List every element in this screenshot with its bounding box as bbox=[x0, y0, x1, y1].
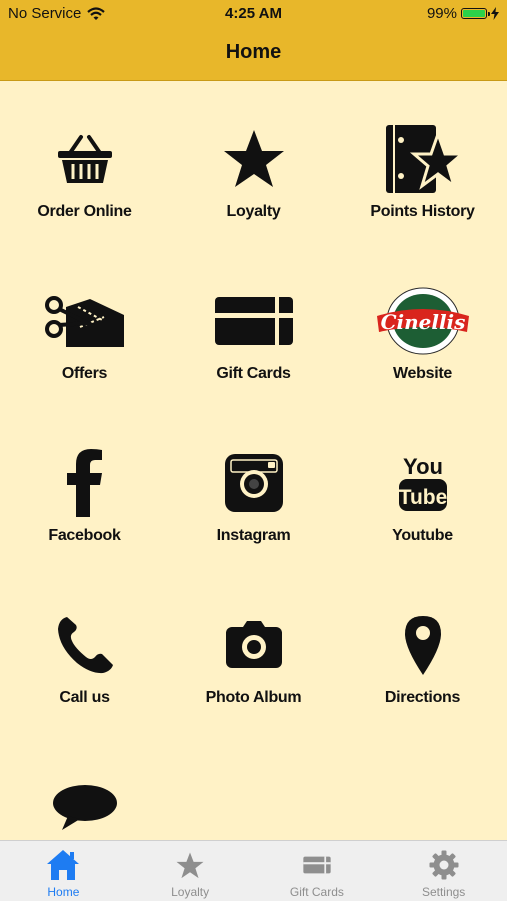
svg-text:You: You bbox=[403, 454, 443, 479]
facebook-icon bbox=[66, 449, 102, 517]
tile-label: Website bbox=[393, 365, 452, 382]
tile-label: Points History bbox=[370, 203, 475, 220]
star-icon bbox=[176, 851, 204, 878]
tile-label: Youtube bbox=[392, 527, 453, 544]
instagram-icon bbox=[224, 454, 283, 512]
tile-chat[interactable] bbox=[0, 728, 169, 840]
home-icon bbox=[47, 850, 80, 880]
svg-text:Cinellis: Cinellis bbox=[380, 310, 465, 334]
tab-home[interactable]: Home bbox=[0, 841, 127, 901]
tile-photo-album[interactable]: Photo Album bbox=[169, 566, 338, 728]
tile-label: Call us bbox=[59, 689, 110, 706]
phone-icon bbox=[57, 617, 113, 674]
page-title: Home bbox=[225, 41, 282, 63]
tile-label: Gift Cards bbox=[216, 365, 291, 382]
tile-points-history[interactable]: Points History bbox=[338, 80, 507, 242]
tile-gift-cards[interactable]: Gift Cards bbox=[169, 242, 338, 404]
tile-loyalty[interactable]: Loyalty bbox=[169, 80, 338, 242]
tab-label: Loyalty bbox=[171, 885, 210, 899]
tile-offers[interactable]: Offers bbox=[0, 242, 169, 404]
tile-youtube[interactable]: You Tube Youtube bbox=[338, 404, 507, 566]
tile-call-us[interactable]: Call us bbox=[0, 566, 169, 728]
tile-order-online[interactable]: Order Online bbox=[0, 80, 169, 242]
tile-label: Facebook bbox=[48, 527, 121, 544]
status-right: 99% bbox=[427, 5, 499, 22]
tile-label: Order Online bbox=[37, 203, 132, 220]
youtube-icon: You Tube bbox=[398, 454, 447, 511]
tab-settings[interactable]: Settings bbox=[380, 841, 507, 901]
nav-bar: Home bbox=[0, 28, 507, 81]
gear-icon bbox=[429, 850, 459, 880]
tile-label: Instagram bbox=[216, 527, 291, 544]
tile-instagram[interactable]: Instagram bbox=[169, 404, 338, 566]
tab-label: Settings bbox=[421, 885, 466, 899]
basket-icon bbox=[57, 135, 112, 183]
home-grid: Order Online Loyalty Points History Offe… bbox=[0, 80, 507, 840]
svg-text:Tube: Tube bbox=[398, 486, 447, 509]
tab-bar: Home Loyalty Gift Cards Settings bbox=[0, 840, 507, 901]
tab-label: Home bbox=[47, 885, 80, 899]
tab-loyalty[interactable]: Loyalty bbox=[127, 841, 254, 901]
status-bar: No Service 4:25 AM 99% bbox=[0, 0, 507, 28]
battery-icon bbox=[461, 8, 490, 19]
tile-website[interactable]: Cinellis Website bbox=[338, 242, 507, 404]
scissors-coupon-icon bbox=[44, 296, 124, 347]
gift-card-icon bbox=[303, 856, 331, 874]
tab-gift-cards[interactable]: Gift Cards bbox=[254, 841, 381, 901]
tile-label: Offers bbox=[61, 365, 108, 382]
tile-facebook[interactable]: Facebook bbox=[0, 404, 169, 566]
camera-icon bbox=[225, 621, 282, 668]
tile-label: Directions bbox=[384, 689, 461, 706]
cinellis-logo: Cinellis bbox=[376, 287, 469, 355]
tab-label: Gift Cards bbox=[289, 885, 344, 899]
tile-label: Loyalty bbox=[226, 203, 281, 220]
map-pin-icon bbox=[404, 616, 441, 675]
book-star-icon bbox=[385, 125, 462, 193]
tile-label: Photo Album bbox=[205, 689, 302, 706]
battery-percent: 99% bbox=[426, 5, 457, 22]
charging-bolt-icon bbox=[491, 7, 499, 20]
tile-directions[interactable]: Directions bbox=[338, 566, 507, 728]
chat-bubble-icon bbox=[52, 785, 117, 830]
gift-card-icon bbox=[214, 297, 293, 345]
star-icon bbox=[223, 130, 284, 187]
